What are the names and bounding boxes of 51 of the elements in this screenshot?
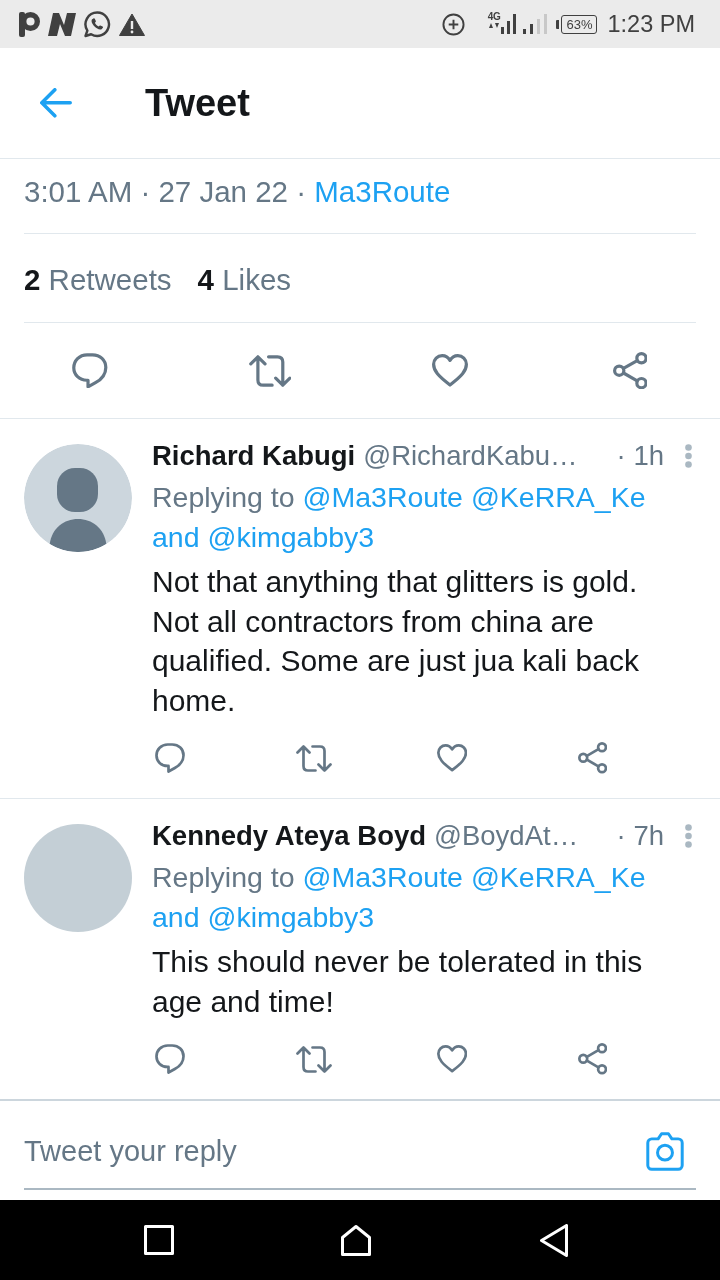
mention-link[interactable]: @Ma3Route (302, 861, 463, 893)
speech-bubble-icon[interactable] (155, 743, 185, 773)
reply-input[interactable]: Tweet your reply (24, 1129, 638, 1174)
author-handle[interactable]: @RichardKabu… (363, 440, 578, 472)
author-name[interactable]: Richard Kabugi (152, 440, 356, 472)
mention-link[interactable]: and @kimgabby3 (152, 900, 375, 933)
retweet-arrows-icon[interactable] (248, 354, 292, 387)
share-icon[interactable] (578, 742, 608, 774)
share-icon[interactable] (578, 1043, 608, 1075)
mention-link[interactable]: @KeRRA_Ke (470, 861, 646, 893)
status-time: 1:23 PM (607, 10, 695, 38)
stat-link[interactable]: 4 Likes (197, 263, 292, 297)
page-title: Tweet (145, 81, 250, 125)
network-type-label: 4G (487, 12, 501, 22)
reply-time: · 7h (616, 820, 664, 852)
retweet-arrows-icon[interactable] (296, 1045, 332, 1073)
speech-bubble-icon[interactable] (72, 352, 108, 389)
data-arrows-icon (489, 23, 500, 28)
tweet-timestamp: 3:01 AM · 27 Jan 22 · Ma3Route (24, 175, 451, 209)
avatar-silhouette-icon[interactable] (24, 444, 132, 552)
source-link[interactable]: Ma3Route (314, 175, 451, 208)
chat-phone-icon (84, 10, 111, 38)
mention-link[interactable]: @KeRRA_Ke (470, 481, 646, 513)
signal-icon (501, 14, 517, 34)
signal-icon (523, 14, 548, 34)
reply-time: · 1h (616, 440, 664, 472)
heart-icon[interactable] (437, 1045, 468, 1073)
battery-indicator: 63% (556, 14, 598, 34)
mention-link[interactable]: @Ma3Route (302, 481, 463, 513)
retweet-arrows-icon[interactable] (296, 744, 332, 772)
circle-plus-icon (441, 12, 465, 36)
reply-text: Not that anything that glitters is gold. Not all contractors from china are qualified. Some are just jua kali back home. (152, 564, 640, 719)
stat-link[interactable]: 2 Retweets (24, 263, 172, 297)
home-icon[interactable] (341, 1224, 371, 1256)
reply-text: This should never be tolerated in this age and time! (152, 944, 644, 1020)
heart-icon[interactable] (432, 354, 468, 387)
mention-link[interactable]: and @kimgabby3 (152, 520, 375, 553)
back-arrow-icon[interactable] (40, 88, 72, 118)
warning-icon (119, 12, 145, 36)
author-handle[interactable]: @BoydAt… (434, 820, 579, 852)
replying-to-text: Replying to @Ma3Route @KeRRA_Ke and @kimgabby3 (152, 860, 647, 935)
share-icon[interactable] (612, 351, 648, 390)
author-name[interactable]: Kennedy Ateya Boyd (152, 820, 427, 852)
back-icon[interactable] (540, 1223, 568, 1257)
replying-to-text: Replying to @Ma3Route @KeRRA_Ke and @kimgabby3 (152, 480, 647, 555)
square-icon[interactable] (144, 1225, 174, 1255)
p-logo-icon (19, 11, 40, 37)
speech-bubble-icon[interactable] (155, 1044, 185, 1074)
n-logo-icon (48, 12, 76, 36)
heart-icon[interactable] (437, 744, 468, 772)
camera-icon[interactable] (646, 1132, 684, 1171)
